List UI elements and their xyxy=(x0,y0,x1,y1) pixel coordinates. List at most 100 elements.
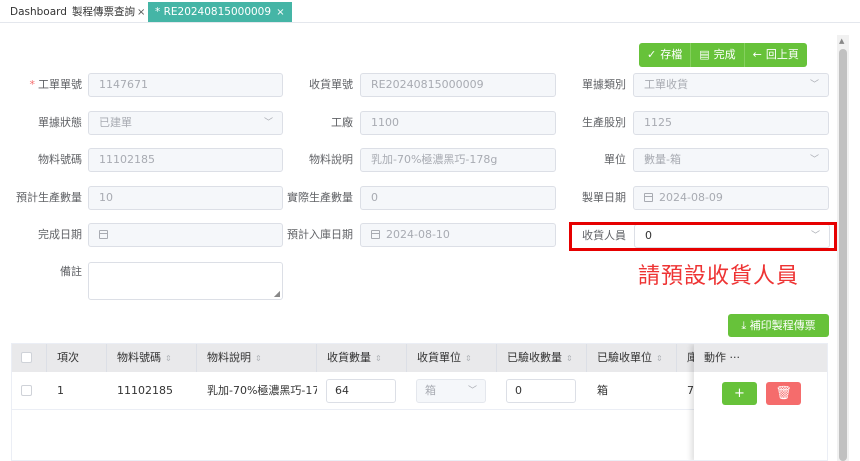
scroll-up-icon[interactable]: ▲ xyxy=(839,37,844,45)
cell-item: 1 xyxy=(57,384,64,397)
finish-date-picker[interactable] xyxy=(88,223,283,247)
header-text: 已驗收單位 xyxy=(597,351,652,364)
required-mark: * xyxy=(29,78,36,91)
annotation-highlight-box xyxy=(569,222,837,251)
col-header-recv-unit[interactable]: 收貨單位 ⇕ xyxy=(407,344,497,372)
tab-bar: Dashboard 製程傳票查詢 × * RE20240815000009 × xyxy=(0,0,860,23)
calendar-icon xyxy=(644,193,653,202)
header-text: 物料說明 xyxy=(207,351,251,364)
planned-in-date-picker[interactable]: 2024-08-10 xyxy=(360,223,556,247)
recv-unit-select[interactable]: 箱 ﹀ xyxy=(416,379,486,403)
back-label: 回上頁 xyxy=(765,48,799,61)
save-button[interactable]: ✓ 存檔 xyxy=(639,43,692,67)
done-label: 完成 xyxy=(713,48,736,61)
prod-unit-field[interactable]: 1125 xyxy=(633,111,829,135)
tab-label: 製程傳票查詢 xyxy=(72,6,135,18)
field-value: 乳加-70%極濃黑巧-178g xyxy=(371,153,498,166)
recv-qty-input[interactable]: 64 xyxy=(326,379,396,403)
prod-unit-label: 生產股別 xyxy=(582,116,626,129)
cell-checked-unit: 箱 xyxy=(597,384,608,397)
sort-icon[interactable]: ⇕ xyxy=(465,354,472,363)
planned-qty-label: 預計生產數量 xyxy=(16,191,82,204)
field-value: 2024-08-10 xyxy=(386,228,450,241)
add-row-button[interactable]: + xyxy=(722,382,757,405)
receipt-no-field[interactable]: RE20240815000009 xyxy=(360,73,556,97)
close-icon[interactable]: × xyxy=(273,7,284,18)
cell-material-no: 11102185 xyxy=(117,384,173,397)
plus-icon: + xyxy=(734,386,745,401)
done-button[interactable]: ▤ 完成 xyxy=(691,43,745,67)
label-text: 工單單號 xyxy=(38,78,82,91)
chevron-down-icon: ﹀ xyxy=(467,386,477,396)
col-header-checked-unit[interactable]: 已驗收單位 ⇕ xyxy=(587,344,677,372)
field-value: 11102185 xyxy=(99,153,155,166)
col-header-material-no[interactable]: 物料號碼 ⇕ xyxy=(107,344,197,372)
material-desc-field[interactable]: 乳加-70%極濃黑巧-178g xyxy=(360,148,556,172)
sort-icon[interactable]: ⇕ xyxy=(165,354,172,363)
material-desc-label: 物料說明 xyxy=(309,153,353,166)
field-value: RE20240815000009 xyxy=(371,78,484,91)
select-all-checkbox[interactable] xyxy=(21,352,32,363)
check-icon: ✓ xyxy=(647,48,657,61)
field-value: 工單收貨 xyxy=(644,78,688,91)
remark-label: 備註 xyxy=(60,265,82,278)
col-header-actions: 動作 ··· xyxy=(694,344,827,372)
field-value: 2024-08-09 xyxy=(659,191,723,204)
doc-date-label: 製單日期 xyxy=(582,191,626,204)
field-value: 1100 xyxy=(371,116,399,129)
doc-date-picker[interactable]: 2024-08-09 xyxy=(633,186,829,210)
select-value: 箱 xyxy=(425,384,436,397)
doc-status-label: 單據狀態 xyxy=(38,116,82,129)
field-value: 已建單 xyxy=(99,116,132,129)
delete-row-button[interactable]: 🗑 xyxy=(766,382,801,405)
factory-field[interactable]: 1100 xyxy=(360,111,556,135)
col-header-recv-qty[interactable]: 收貨數量 ⇕ xyxy=(317,344,407,372)
chevron-down-icon: ﹀ xyxy=(809,80,819,90)
vertical-scrollbar[interactable]: ▲ xyxy=(837,35,849,461)
chevron-down-icon: ﹀ xyxy=(809,155,819,165)
doc-status-select[interactable]: 已建單 ﹀ xyxy=(88,111,283,135)
tab-process-ticket-query[interactable]: 製程傳票查詢 × xyxy=(72,2,145,22)
planned-qty-field[interactable]: 10 xyxy=(88,186,283,210)
select-all-header xyxy=(12,344,47,372)
tab-label: * RE20240815000009 xyxy=(155,6,272,18)
scrollbar-thumb[interactable] xyxy=(839,49,847,461)
header-text: 收貨數量 xyxy=(327,351,371,364)
material-no-field[interactable]: 11102185 xyxy=(88,148,283,172)
receipt-no-label: 收貨單號 xyxy=(309,78,353,91)
resize-grip-icon[interactable]: ◢ xyxy=(274,289,280,298)
doc-type-select[interactable]: 工單收貨 ﹀ xyxy=(633,73,829,97)
row-checkbox[interactable] xyxy=(21,385,32,396)
trash-icon: 🗑 xyxy=(775,386,792,401)
col-header-material-desc[interactable]: 物料說明 ⇕ xyxy=(197,344,317,372)
finish-date-label: 完成日期 xyxy=(38,228,82,241)
header-text: 收貨單位 xyxy=(417,351,461,364)
unit-select[interactable]: 數量-箱 ﹀ xyxy=(633,148,829,172)
sort-icon[interactable]: ⇕ xyxy=(656,354,663,363)
material-no-label: 物料號碼 xyxy=(38,153,82,166)
calendar-icon xyxy=(371,230,380,239)
tab-dashboard[interactable]: Dashboard xyxy=(10,2,67,22)
reprint-ticket-button[interactable]: ⤓ 補印製程傳票 xyxy=(728,314,829,337)
tab-receipt[interactable]: * RE20240815000009 × xyxy=(148,2,292,22)
cell-material-desc: 乳加-70%極濃黑巧-178g xyxy=(207,384,317,397)
field-value: 1147671 xyxy=(99,78,148,91)
col-header-item[interactable]: 項次 xyxy=(47,344,107,372)
actual-qty-field[interactable]: 0 xyxy=(360,186,556,210)
col-header-checked-qty[interactable]: 已驗收數量 ⇕ xyxy=(497,344,587,372)
calendar-icon xyxy=(99,230,108,239)
actual-qty-label: 實際生產數量 xyxy=(287,191,353,204)
back-button[interactable]: ← 回上頁 xyxy=(744,43,807,67)
sort-icon[interactable]: ⇕ xyxy=(255,354,262,363)
field-value: 1125 xyxy=(644,116,672,129)
doc-type-label: 單據類別 xyxy=(582,78,626,91)
work-order-no-field[interactable]: 1147671 xyxy=(88,73,283,97)
reprint-label: 補印製程傳票 xyxy=(749,319,816,332)
header-text: 物料號碼 xyxy=(117,351,161,364)
checked-qty-input[interactable]: 0 xyxy=(506,379,576,403)
sort-icon[interactable]: ⇕ xyxy=(566,354,573,363)
sort-icon[interactable]: ⇕ xyxy=(375,354,382,363)
close-icon[interactable]: × xyxy=(137,7,145,18)
remark-textarea[interactable]: ◢ xyxy=(88,262,283,300)
planned-in-date-label: 預計入庫日期 xyxy=(287,228,353,241)
